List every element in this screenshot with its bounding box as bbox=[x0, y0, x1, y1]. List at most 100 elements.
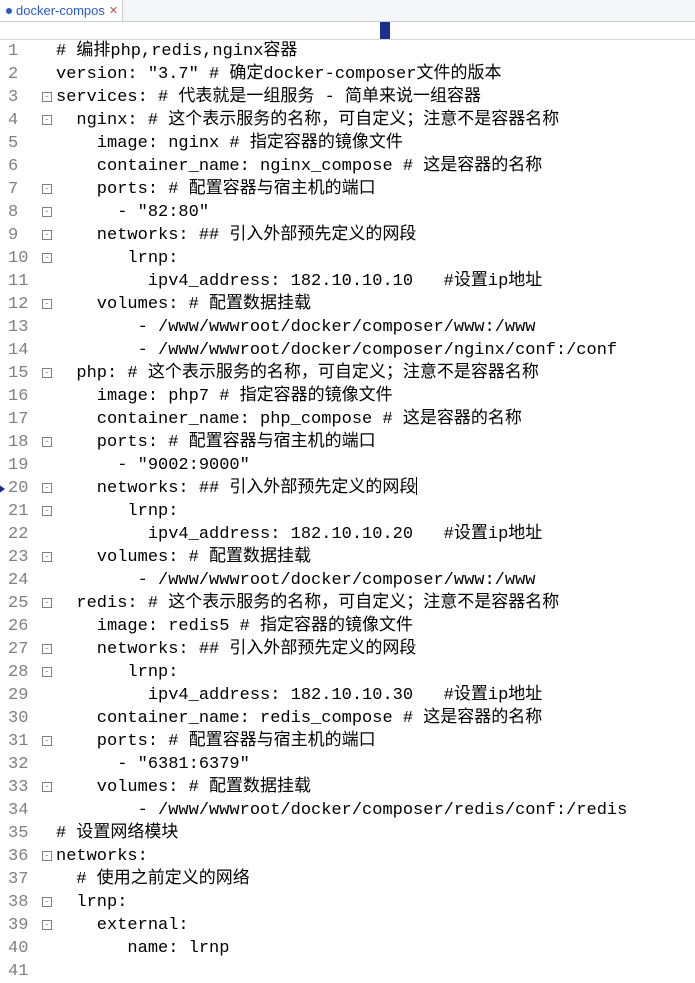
fold-cell[interactable] bbox=[42, 63, 56, 86]
code-line[interactable]: networks: bbox=[56, 845, 695, 868]
fold-cell[interactable]: - bbox=[42, 86, 56, 109]
code-line[interactable]: - /www/wwwroot/docker/composer/www:/www bbox=[56, 569, 695, 592]
code-line[interactable]: ipv4_address: 182.10.10.30 #设置ip地址 bbox=[56, 684, 695, 707]
code-line[interactable]: lrnp: bbox=[56, 247, 695, 270]
fold-cell[interactable]: - bbox=[42, 178, 56, 201]
fold-minus-icon[interactable]: - bbox=[42, 851, 52, 861]
code-line[interactable]: - "82:80" bbox=[56, 201, 695, 224]
code-line[interactable]: image: nginx # 指定容器的镜像文件 bbox=[56, 132, 695, 155]
fold-cell[interactable]: - bbox=[42, 891, 56, 914]
fold-cell[interactable]: - bbox=[42, 293, 56, 316]
fold-cell[interactable]: - bbox=[42, 845, 56, 868]
fold-cell[interactable] bbox=[42, 454, 56, 477]
fold-cell[interactable] bbox=[42, 822, 56, 845]
code-line[interactable]: image: redis5 # 指定容器的镜像文件 bbox=[56, 615, 695, 638]
fold-cell[interactable] bbox=[42, 753, 56, 776]
code-line[interactable]: services: # 代表就是一组服务 - 简单来说一组容器 bbox=[56, 86, 695, 109]
fold-cell[interactable]: - bbox=[42, 776, 56, 799]
fold-cell[interactable]: - bbox=[42, 546, 56, 569]
code-line[interactable]: redis: # 这个表示服务的名称，可自定义；注意不是容器名称 bbox=[56, 592, 695, 615]
code-line[interactable]: container_name: php_compose # 这是容器的名称 bbox=[56, 408, 695, 431]
fold-minus-icon[interactable]: - bbox=[42, 483, 52, 493]
code-line[interactable]: ports: # 配置容器与宿主机的端口 bbox=[56, 431, 695, 454]
fold-minus-icon[interactable]: - bbox=[42, 299, 52, 309]
fold-cell[interactable] bbox=[42, 132, 56, 155]
code-line[interactable]: ports: # 配置容器与宿主机的端口 bbox=[56, 178, 695, 201]
fold-minus-icon[interactable]: - bbox=[42, 253, 52, 263]
code-line[interactable]: volumes: # 配置数据挂载 bbox=[56, 293, 695, 316]
fold-cell[interactable]: - bbox=[42, 477, 56, 500]
fold-cell[interactable]: - bbox=[42, 661, 56, 684]
fold-minus-icon[interactable]: - bbox=[42, 207, 52, 217]
fold-minus-icon[interactable]: - bbox=[42, 115, 52, 125]
code-line[interactable]: - "6381:6379" bbox=[56, 753, 695, 776]
code-line[interactable]: networks: ## 引入外部预先定义的网段 bbox=[56, 224, 695, 247]
code-line[interactable]: volumes: # 配置数据挂载 bbox=[56, 546, 695, 569]
fold-cell[interactable] bbox=[42, 960, 56, 983]
code-line[interactable]: networks: ## 引入外部预先定义的网段 bbox=[56, 477, 695, 500]
fold-cell[interactable]: - bbox=[42, 247, 56, 270]
code-line[interactable]: - /www/wwwroot/docker/composer/www:/www bbox=[56, 316, 695, 339]
close-icon[interactable]: ✕ bbox=[109, 4, 118, 17]
fold-cell[interactable] bbox=[42, 339, 56, 362]
code-line[interactable]: ipv4_address: 182.10.10.10 #设置ip地址 bbox=[56, 270, 695, 293]
code-line[interactable]: - "9002:9000" bbox=[56, 454, 695, 477]
code-line[interactable] bbox=[56, 960, 695, 983]
fold-minus-icon[interactable]: - bbox=[42, 897, 52, 907]
fold-minus-icon[interactable]: - bbox=[42, 552, 52, 562]
fold-cell[interactable] bbox=[42, 270, 56, 293]
fold-cell[interactable] bbox=[42, 799, 56, 822]
fold-cell[interactable] bbox=[42, 385, 56, 408]
code-line[interactable]: external: bbox=[56, 914, 695, 937]
fold-cell[interactable]: - bbox=[42, 362, 56, 385]
code-line[interactable]: ipv4_address: 182.10.10.20 #设置ip地址 bbox=[56, 523, 695, 546]
code-line[interactable]: container_name: redis_compose # 这是容器的名称 bbox=[56, 707, 695, 730]
code-line[interactable]: lrnp: bbox=[56, 891, 695, 914]
editor-tab[interactable]: docker-compos ✕ bbox=[0, 0, 123, 21]
fold-minus-icon[interactable]: - bbox=[42, 92, 52, 102]
fold-minus-icon[interactable]: - bbox=[42, 230, 52, 240]
code-line[interactable]: php: # 这个表示服务的名称，可自定义；注意不是容器名称 bbox=[56, 362, 695, 385]
code-line[interactable]: lrnp: bbox=[56, 661, 695, 684]
fold-cell[interactable] bbox=[42, 523, 56, 546]
fold-minus-icon[interactable]: - bbox=[42, 736, 52, 746]
fold-cell[interactable]: - bbox=[42, 224, 56, 247]
code-line[interactable]: container_name: nginx_compose # 这是容器的名称 bbox=[56, 155, 695, 178]
fold-cell[interactable] bbox=[42, 408, 56, 431]
fold-cell[interactable] bbox=[42, 569, 56, 592]
fold-cell[interactable] bbox=[42, 707, 56, 730]
fold-minus-icon[interactable]: - bbox=[42, 920, 52, 930]
code-line[interactable]: - /www/wwwroot/docker/composer/redis/con… bbox=[56, 799, 695, 822]
code-line[interactable]: name: lrnp bbox=[56, 937, 695, 960]
fold-minus-icon[interactable]: - bbox=[42, 782, 52, 792]
code-line[interactable]: # 设置网络模块 bbox=[56, 822, 695, 845]
fold-minus-icon[interactable]: - bbox=[42, 598, 52, 608]
code-line[interactable]: networks: ## 引入外部预先定义的网段 bbox=[56, 638, 695, 661]
fold-cell[interactable]: - bbox=[42, 500, 56, 523]
fold-cell[interactable] bbox=[42, 684, 56, 707]
code-line[interactable]: version: "3.7" # 确定docker-composer文件的版本 bbox=[56, 63, 695, 86]
fold-cell[interactable] bbox=[42, 316, 56, 339]
fold-cell[interactable]: - bbox=[42, 638, 56, 661]
fold-minus-icon[interactable]: - bbox=[42, 437, 52, 447]
fold-cell[interactable]: - bbox=[42, 431, 56, 454]
fold-minus-icon[interactable]: - bbox=[42, 368, 52, 378]
fold-minus-icon[interactable]: - bbox=[42, 184, 52, 194]
fold-cell[interactable] bbox=[42, 615, 56, 638]
code-line[interactable]: image: php7 # 指定容器的镜像文件 bbox=[56, 385, 695, 408]
code-line[interactable]: nginx: # 这个表示服务的名称，可自定义；注意不是容器名称 bbox=[56, 109, 695, 132]
fold-cell[interactable] bbox=[42, 868, 56, 891]
fold-minus-icon[interactable]: - bbox=[42, 667, 52, 677]
code-line[interactable]: # 编排php,redis,nginx容器 bbox=[56, 40, 695, 63]
fold-cell[interactable]: - bbox=[42, 914, 56, 937]
fold-cell[interactable]: - bbox=[42, 592, 56, 615]
fold-minus-icon[interactable]: - bbox=[42, 506, 52, 516]
fold-cell[interactable] bbox=[42, 40, 56, 63]
code-line[interactable]: ports: # 配置容器与宿主机的端口 bbox=[56, 730, 695, 753]
code-area[interactable]: # 编排php,redis,nginx容器version: "3.7" # 确定… bbox=[56, 40, 695, 983]
editor[interactable]: 1234567891011121314151617181920212223242… bbox=[0, 40, 695, 983]
fold-cell[interactable] bbox=[42, 937, 56, 960]
fold-cell[interactable]: - bbox=[42, 730, 56, 753]
fold-cell[interactable]: - bbox=[42, 201, 56, 224]
fold-cell[interactable]: - bbox=[42, 109, 56, 132]
